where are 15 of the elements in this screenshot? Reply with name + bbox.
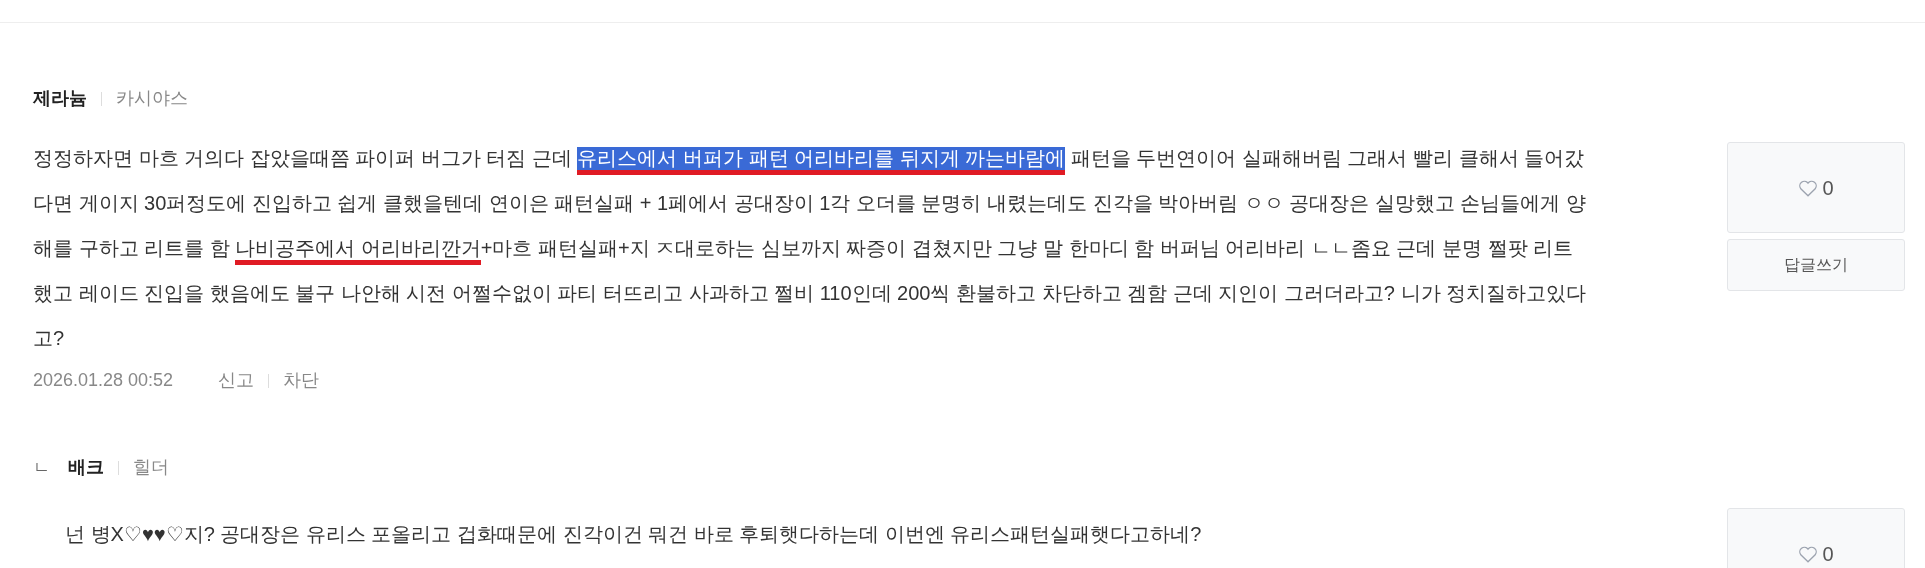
comment-action-link[interactable]: 차단 bbox=[283, 367, 320, 394]
author-name: 제라늄 bbox=[33, 87, 87, 110]
reply-mark: ㄴ bbox=[33, 456, 50, 479]
reply-button[interactable]: 답글쓰기 bbox=[1727, 239, 1905, 291]
like-button[interactable]: 0 bbox=[1727, 142, 1905, 233]
author-class: 카시야스 bbox=[116, 87, 188, 110]
author-class: 힐더 bbox=[133, 456, 169, 479]
comment-date: 2026.01.28 00:52 bbox=[33, 369, 174, 392]
heart-icon bbox=[1798, 544, 1819, 563]
comment-text: 넌 병X♡♥♥♡지? 공대장은 유리스 포올리고 겁화때문에 진각이건 뭐건 바로 후퇴햇다하는데 이번엔 유리스패턴실패햇다고하네? bbox=[65, 522, 1203, 547]
comment-text: 정정하자면 마흐 거의다 잡았을때쯤 파이퍼 버그가 터짐 근데 유리스에서 버퍼가 패턴 어리바리를 뒤지게 까는바람에 패턴을 두번연이어 실패해버림 그래서 빨리 클해서 들어갔다면 게이지 30퍼정도에 진입하고 쉽게 클했을텐데 연이은 패턴실패 + 1페에서 공대장이 1각 오더를 분명히 내렸는데도 진각을 박아버림 ㅇㅇ 공대장은 실망했고 손님들에게 양해를 구하고 리트를 함 나비공주에서 어리바리깐거+마흐 패턴실패+지 ㅈ대로하는 심보까지 짜증이 겹쳤지만 그냥 말 한마디 함 버퍼님 어리바리 ㄴㄴ좀요 근데 분명 쩔팟 리트했고 레이드 진입을 했음에도 불구 나안해 시전 어쩔수없이 파티 터뜨리고 사과하고 쩔비 110인데 200씩 환불하고 차단하고 겜함 근데 지인이 그러더라고? 니가 정치질하고있다고? bbox=[33, 146, 1588, 351]
heart-icon bbox=[1798, 178, 1819, 197]
like-button[interactable]: 0 bbox=[1727, 508, 1905, 568]
comment-action-link[interactable]: 신고 bbox=[218, 367, 255, 394]
author-name: 배크 bbox=[68, 456, 104, 479]
